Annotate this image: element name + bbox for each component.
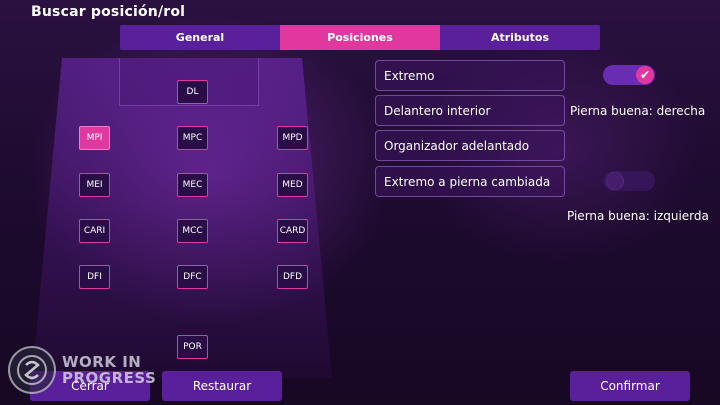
position-mcc[interactable]: MCC: [177, 219, 208, 243]
logo-mark-icon: [17, 355, 47, 385]
check-icon: ✔: [639, 68, 651, 82]
role-extremo[interactable]: Extremo: [375, 60, 565, 91]
position-dfi[interactable]: DFI: [79, 265, 110, 289]
watermark-text: WORK IN PROGRESS: [62, 354, 156, 386]
sports-interactive-logo-icon: [8, 346, 56, 394]
role-delantero-interior[interactable]: Delantero interior: [375, 95, 565, 126]
tab-bar: General Posiciones Atributos: [120, 25, 600, 50]
position-mpd[interactable]: MPD: [277, 126, 308, 150]
position-card[interactable]: CARD: [277, 219, 308, 243]
position-por[interactable]: POR: [177, 335, 208, 359]
position-mpi[interactable]: MPI: [79, 126, 110, 150]
position-dfd[interactable]: DFD: [277, 265, 308, 289]
right-foot-toggle[interactable]: ✔: [603, 65, 655, 85]
role-extremo-pierna-cambiada[interactable]: Extremo a pierna cambiada: [375, 166, 565, 197]
right-foot-label: Pierna buena: derecha: [570, 104, 706, 118]
position-dfc[interactable]: DFC: [177, 265, 208, 289]
role-organizador-adelantado[interactable]: Organizador adelantado: [375, 130, 565, 161]
position-cari[interactable]: CARI: [79, 219, 110, 243]
position-mec[interactable]: MEC: [177, 173, 208, 197]
tab-general[interactable]: General: [120, 25, 280, 50]
work-in-progress-watermark: WORK IN PROGRESS: [8, 345, 168, 395]
position-med[interactable]: MED: [277, 173, 308, 197]
pitch-diagram: [32, 58, 332, 378]
tab-posiciones[interactable]: Posiciones: [280, 25, 440, 50]
position-mpc[interactable]: MPC: [177, 126, 208, 150]
tab-atributos[interactable]: Atributos: [440, 25, 600, 50]
reset-button[interactable]: Restaurar: [162, 371, 282, 401]
toggle-knob: [606, 172, 624, 190]
confirm-button[interactable]: Confirmar: [570, 371, 690, 401]
left-foot-toggle[interactable]: [603, 171, 655, 191]
left-foot-label: Pierna buena: izquierda: [567, 209, 709, 223]
window-title: Buscar posición/rol: [31, 4, 186, 20]
watermark-line-2: PROGRESS: [62, 369, 157, 387]
watermark-line-1: WORK IN: [62, 353, 142, 371]
position-mei[interactable]: MEI: [79, 173, 110, 197]
toggle-knob: ✔: [636, 66, 654, 84]
position-dl[interactable]: DL: [177, 80, 208, 104]
